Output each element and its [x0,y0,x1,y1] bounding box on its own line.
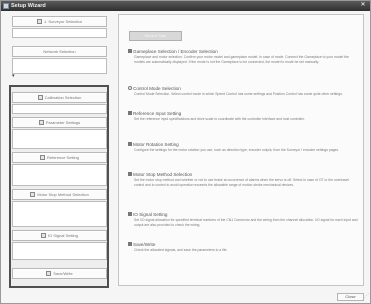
step-motor-stop-button[interactable]: Motor Stop Method Selection [12,189,107,200]
wizard-start-button[interactable]: Wizard Start [129,31,182,41]
surveyor-icon [36,19,42,24]
network-panel [12,58,107,74]
step-motor-stop-label: Motor Stop Method Selection [37,192,89,197]
signal-icon [40,233,46,238]
save-icon [46,271,52,276]
radio-icon [128,86,132,90]
item-description: Set the motor stop method and whether or… [134,178,349,187]
item-description: Check the allocated signals, and save th… [134,248,228,252]
item-title: Motor Stop Method Selection [133,172,193,177]
target-icon [39,155,45,160]
section-icon [128,242,132,246]
step-calibration-panel [12,104,107,114]
wizard-sidebar: 1. Surveyor Selection Network Selection … [6,14,113,288]
item-save-write[interactable]: Save/Write Check the allocated signals, … [128,242,360,253]
app-icon [3,3,9,9]
step-io-signal-label: IO Signal Setting [47,233,79,238]
step-io-signal-panel [12,242,107,260]
surveyor-selection-button[interactable]: 1. Surveyor Selection [12,16,107,27]
network-selection-label: Network Selection [43,49,76,54]
item-title: IO Signal Setting [133,212,168,217]
surveyor-panel [12,28,107,38]
item-description: Configure the settings for the motor rot… [134,148,340,152]
network-selection-button[interactable]: Network Selection [12,46,107,57]
item-description: Control Mode Selection. Select control m… [134,92,343,96]
expand-marker-icon: ▾ [12,73,15,79]
title-bar: Setup Wizard ✕ [1,1,370,11]
step-calibration-button[interactable]: Calibration Selection [12,92,107,103]
close-button[interactable]: Close [337,293,364,301]
gear-icon [37,95,43,100]
wizard-content: Wizard Start Gameplace Selection / Encod… [118,14,364,286]
item-title: Save/Write [133,242,156,247]
section-icon [128,212,132,216]
step-parameters-button[interactable]: Parameter Settings [12,117,107,128]
item-reference-input[interactable]: Reference Input Setting Set the referenc… [128,111,360,122]
step-reference-panel [12,164,107,186]
close-icon[interactable]: ✕ [359,2,367,9]
item-title: Motor Rotation Setting [133,142,179,147]
step-calibration-label: Calibration Selection [44,95,82,100]
step-save-label: Save/Write [53,271,73,276]
sliders-icon [38,120,44,125]
section-icon [128,49,132,53]
item-title: Gameplace Selection / Encoder Selection [133,49,218,54]
section-icon [128,111,132,115]
step-parameters-label: Parameter Settings [45,120,81,125]
window-title: Setup Wizard [11,3,46,9]
item-io-signal[interactable]: IO Signal Setting Set I/O signal allocat… [128,212,360,227]
step-parameters-panel [12,129,107,149]
item-description: Set the reference input specifications a… [134,117,305,121]
item-title: Control Mode Selection [133,86,181,91]
surveyor-selection-label: 1. Surveyor Selection [43,19,83,24]
item-description: Gameplace and motor selection. Confirm y… [134,55,349,64]
section-icon [128,142,132,146]
item-description: Set I/O signal allocation for specified … [134,218,358,227]
resize-grip-icon[interactable]: ⋰ [364,293,369,299]
item-gameplace-selection[interactable]: Gameplace Selection / Encoder Selection … [128,49,360,64]
stop-icon [30,192,36,197]
section-icon [128,172,132,176]
step-io-signal-button[interactable]: IO Signal Setting [12,230,107,241]
item-motor-rotation[interactable]: Motor Rotation Setting Configure the set… [128,142,360,153]
step-motor-stop-panel [12,201,107,227]
step-reference-label: Reference Setting [46,155,80,160]
item-motor-stop[interactable]: Motor Stop Method Selection Set the moto… [128,172,360,187]
step-reference-button[interactable]: Reference Setting [12,152,107,163]
item-control-mode[interactable]: Control Mode Selection Control Mode Sele… [128,86,360,97]
step-save-button[interactable]: Save/Write [12,268,107,279]
item-title: Reference Input Setting [133,111,182,116]
setup-wizard-window: Setup Wizard ✕ 1. Surveyor Selection Net… [0,0,371,304]
